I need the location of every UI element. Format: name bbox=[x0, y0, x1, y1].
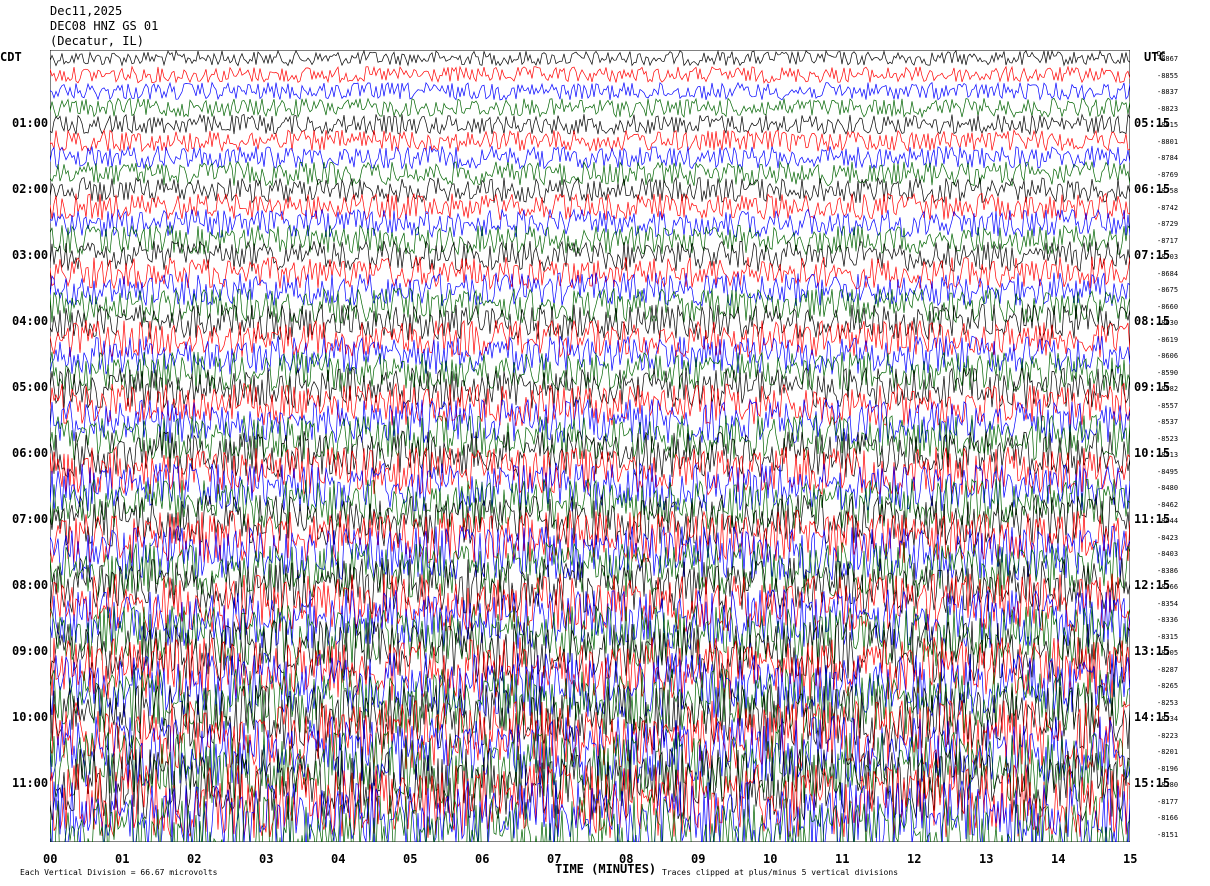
trace-value-label: -8523 bbox=[1157, 434, 1179, 443]
trace-value-label: -8837 bbox=[1157, 88, 1179, 97]
trace-value-label: -8606 bbox=[1157, 352, 1179, 361]
x-tick-label: 11 bbox=[835, 852, 850, 866]
trace-value-label: -8444 bbox=[1157, 517, 1179, 526]
x-tick-label: 15 bbox=[1123, 852, 1138, 866]
footer-scale-note: Each Vertical Division = 66.67 microvolt… bbox=[20, 868, 218, 877]
footer-clip-note: Traces clipped at plus/minus 5 vertical … bbox=[662, 868, 899, 877]
trace-value-label: -8769 bbox=[1157, 170, 1179, 179]
trace-value-label: -8660 bbox=[1157, 302, 1179, 311]
x-axis-label: TIME (MINUTES) bbox=[555, 862, 657, 876]
trace-value-label: -8354 bbox=[1157, 599, 1179, 608]
left-time-label: 03:00 bbox=[12, 248, 49, 263]
x-tick-label: 05 bbox=[403, 852, 418, 866]
trace-value-label: -8590 bbox=[1157, 368, 1179, 377]
trace-value-label: -8675 bbox=[1157, 286, 1179, 295]
trace-value-label: -8287 bbox=[1157, 665, 1179, 674]
trace-value-label: -8423 bbox=[1157, 533, 1179, 542]
station-label: DEC08 HNZ GS 01 bbox=[50, 19, 159, 33]
left-time-label: 02:00 bbox=[12, 182, 49, 197]
trace-value-label: -8223 bbox=[1157, 731, 1179, 740]
left-time-label: 01:00 bbox=[12, 116, 49, 131]
trace-value-label: -8386 bbox=[1157, 566, 1179, 575]
trace-value-label: -8557 bbox=[1157, 401, 1179, 410]
trace-value-label: -8742 bbox=[1157, 203, 1179, 212]
date-label: Dec11,2025 bbox=[50, 4, 123, 18]
x-tick-label: 03 bbox=[259, 852, 274, 866]
trace-value-label: -8784 bbox=[1157, 154, 1179, 163]
x-tick-label: 06 bbox=[475, 852, 490, 866]
trace-value-label: -8253 bbox=[1157, 698, 1179, 707]
trace-value-label: -8462 bbox=[1157, 500, 1179, 509]
trace-value-label: -8867 bbox=[1157, 55, 1179, 64]
plot-frame bbox=[50, 50, 1130, 842]
x-tick-label: 12 bbox=[907, 852, 922, 866]
trace-value-label: -8151 bbox=[1157, 830, 1179, 839]
left-time-label: 07:00 bbox=[12, 512, 49, 527]
trace-value-label: -8513 bbox=[1157, 451, 1179, 460]
trace-value-label: -8619 bbox=[1157, 335, 1179, 344]
x-tick-label: 10 bbox=[763, 852, 778, 866]
seismogram-plot bbox=[50, 50, 1130, 842]
trace-value-label: -8495 bbox=[1157, 467, 1179, 476]
left-time-label: 04:00 bbox=[12, 314, 49, 329]
trace-value-label: -8703 bbox=[1157, 253, 1179, 262]
left-time-label: 06:00 bbox=[12, 446, 49, 461]
left-time-label: 09:00 bbox=[12, 644, 49, 659]
x-tick-label: 14 bbox=[1051, 852, 1066, 866]
trace-value-label: -8265 bbox=[1157, 682, 1179, 691]
trace-value-label: -8758 bbox=[1157, 187, 1179, 196]
trace-value-label: -8305 bbox=[1157, 649, 1179, 658]
left-time-label: 10:00 bbox=[12, 710, 49, 725]
trace-value-label: -8196 bbox=[1157, 764, 1179, 773]
trace-value-label: -8717 bbox=[1157, 236, 1179, 245]
left-time-label: 05:00 bbox=[12, 380, 49, 395]
x-tick-label: 02 bbox=[187, 852, 202, 866]
trace-value-label: -8630 bbox=[1157, 319, 1179, 328]
trace-value-label: -8180 bbox=[1157, 781, 1179, 790]
trace-value-label: -8201 bbox=[1157, 748, 1179, 757]
trace-value-label: -8234 bbox=[1157, 715, 1179, 724]
x-tick-label: 04 bbox=[331, 852, 346, 866]
left-timezone-label: CDT bbox=[0, 50, 22, 64]
trace-value-label: -8537 bbox=[1157, 418, 1179, 427]
trace-value-label: -8823 bbox=[1157, 104, 1179, 113]
left-time-label: 11:00 bbox=[12, 776, 49, 791]
trace-value-label: -8315 bbox=[1157, 632, 1179, 641]
x-tick-label: 09 bbox=[691, 852, 706, 866]
x-tick-label: 01 bbox=[115, 852, 130, 866]
trace-value-label: -8403 bbox=[1157, 550, 1179, 559]
trace-value-label: -8729 bbox=[1157, 220, 1179, 229]
trace-value-label: -8801 bbox=[1157, 137, 1179, 146]
x-tick-label: 00 bbox=[43, 852, 58, 866]
trace-value-label: -8582 bbox=[1157, 385, 1179, 394]
x-tick-label: 13 bbox=[979, 852, 994, 866]
trace-value-label: -8480 bbox=[1157, 484, 1179, 493]
location-label: (Decatur, IL) bbox=[50, 34, 144, 48]
left-time-label: 08:00 bbox=[12, 578, 49, 593]
trace-value-label: -8855 bbox=[1157, 71, 1179, 80]
trace-value-label: -8815 bbox=[1157, 121, 1179, 130]
trace-value-label: -8336 bbox=[1157, 616, 1179, 625]
trace-value-label: -8166 bbox=[1157, 814, 1179, 823]
trace-value-label: -8366 bbox=[1157, 583, 1179, 592]
trace-value-label: -8177 bbox=[1157, 797, 1179, 806]
trace-value-label: -8684 bbox=[1157, 269, 1179, 278]
